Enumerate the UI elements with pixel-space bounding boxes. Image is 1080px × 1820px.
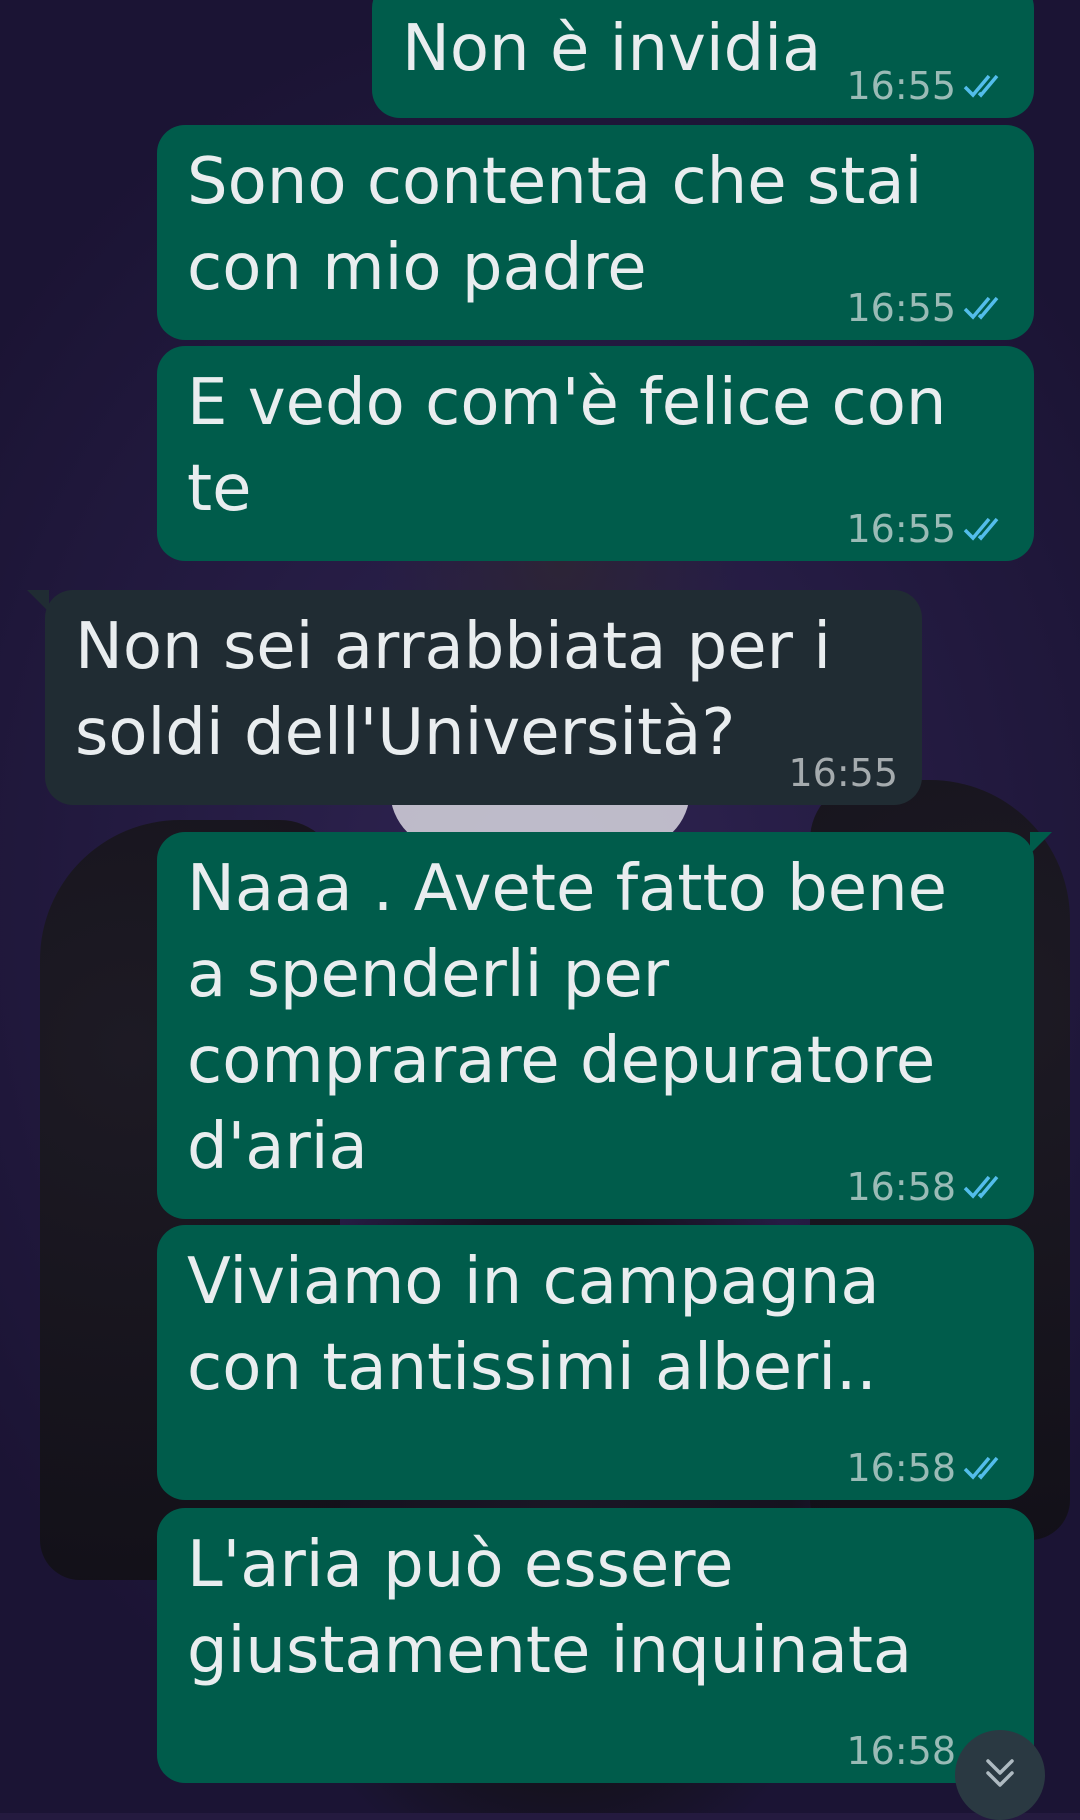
- chat-messages[interactable]: Non è invidia 16:55 Sono contenta che st…: [0, 0, 1080, 1813]
- double-check-read-icon: [962, 1172, 1010, 1202]
- bubble-tail: [1030, 0, 1052, 2]
- message-text: Naaa . Avete fatto bene a spenderli per …: [187, 852, 948, 1184]
- incoming-message[interactable]: Non sei arrabbiata per i soldi dell'Univ…: [27, 590, 922, 805]
- scroll-to-bottom-button[interactable]: [955, 1730, 1045, 1820]
- message-meta: 16:55: [846, 64, 1010, 108]
- bubble-tail: [1030, 832, 1052, 854]
- outgoing-message[interactable]: Sono contenta che stai con mio padre 16:…: [157, 125, 1034, 340]
- message-time: 16:58: [846, 1165, 956, 1209]
- message-time: 16:58: [846, 1729, 956, 1773]
- outgoing-message[interactable]: L'aria può essere giustamente inquinata …: [157, 1508, 1034, 1783]
- outgoing-message[interactable]: E vedo com'è felice con te 16:55: [157, 346, 1034, 561]
- message-time: 16:55: [846, 507, 956, 551]
- message-meta: 16:55: [788, 751, 898, 795]
- double-check-read-icon: [962, 293, 1010, 323]
- message-text: Viviamo in campagna con tantissimi alber…: [187, 1245, 880, 1405]
- double-check-read-icon: [962, 1453, 1010, 1483]
- message-meta: 16:58: [846, 1165, 1010, 1209]
- double-check-read-icon: [962, 71, 1010, 101]
- message-meta: 16:58: [846, 1446, 1010, 1490]
- bubble-tail: [27, 590, 49, 612]
- message-text: L'aria può essere giustamente inquinata: [187, 1528, 913, 1688]
- message-text: Non sei arrabbiata per i soldi dell'Univ…: [75, 610, 832, 770]
- message-time: 16:55: [846, 64, 956, 108]
- double-chevron-down-icon: [980, 1753, 1020, 1797]
- message-time: 16:55: [788, 751, 898, 795]
- message-time: 16:55: [846, 286, 956, 330]
- outgoing-message[interactable]: Non è invidia 16:55: [372, 0, 1052, 118]
- message-meta: 16:55: [846, 286, 1010, 330]
- double-check-read-icon: [962, 514, 1010, 544]
- message-time: 16:58: [846, 1446, 956, 1490]
- outgoing-message[interactable]: Naaa . Avete fatto bene a spenderli per …: [157, 832, 1052, 1219]
- outgoing-message[interactable]: Viviamo in campagna con tantissimi alber…: [157, 1225, 1034, 1500]
- message-meta: 16:55: [846, 507, 1010, 551]
